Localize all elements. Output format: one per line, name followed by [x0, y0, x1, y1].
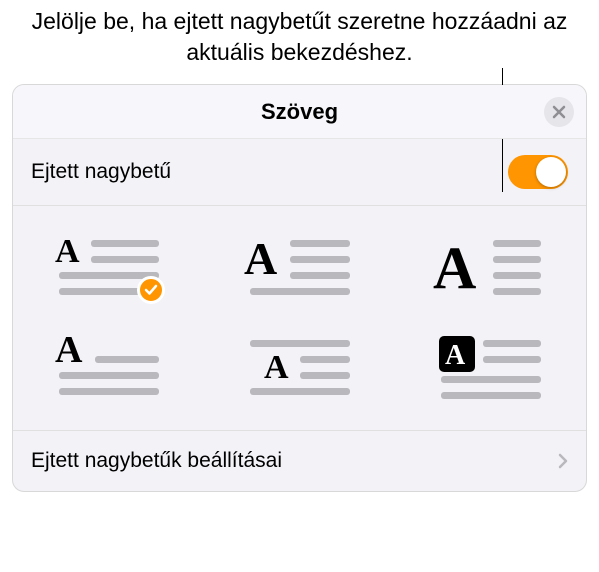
- dropcap-style-1[interactable]: A: [13, 218, 204, 318]
- dropcap-style-grid: A A A: [13, 206, 586, 431]
- close-icon: [552, 105, 566, 119]
- dropcap-style-4[interactable]: A: [13, 318, 204, 418]
- dropcap-style-2[interactable]: A: [204, 218, 395, 318]
- text-panel: Szöveg Ejtett nagybetű A: [12, 84, 587, 492]
- svg-text:A: A: [445, 340, 466, 371]
- svg-text:A: A: [433, 235, 476, 301]
- dropcap-style-5[interactable]: A: [204, 318, 395, 418]
- svg-text:A: A: [244, 233, 277, 284]
- dropcap-style-3-icon: A: [431, 230, 551, 306]
- svg-text:A: A: [55, 233, 80, 270]
- close-button[interactable]: [544, 97, 574, 127]
- dropcap-style-3[interactable]: A: [395, 218, 586, 318]
- callout-text: Jelölje be, ha ejtett nagybetűt szeretne…: [0, 0, 599, 74]
- svg-text:A: A: [55, 330, 83, 371]
- dropcap-style-6-icon: A: [431, 330, 551, 406]
- panel-header: Szöveg: [13, 85, 586, 139]
- dropcap-style-5-icon: A: [240, 330, 360, 406]
- dropcap-label: Ejtett nagybetű: [31, 160, 171, 184]
- dropcap-toggle-row: Ejtett nagybetű: [13, 139, 586, 206]
- toggle-knob: [536, 157, 566, 187]
- dropcap-settings-label: Ejtett nagybetűk beállításai: [31, 449, 282, 473]
- panel-title: Szöveg: [261, 99, 338, 125]
- callout-text-content: Jelölje be, ha ejtett nagybetűt szeretne…: [32, 8, 568, 65]
- check-icon: [144, 284, 158, 296]
- dropcap-style-4-icon: A: [49, 330, 169, 406]
- selected-check-badge: [137, 276, 165, 304]
- svg-text:A: A: [264, 349, 289, 386]
- dropcap-settings-row[interactable]: Ejtett nagybetűk beállításai: [13, 431, 586, 491]
- chevron-right-icon: [558, 453, 568, 469]
- dropcap-toggle[interactable]: [508, 155, 568, 189]
- dropcap-style-2-icon: A: [240, 230, 360, 306]
- dropcap-style-6[interactable]: A: [395, 318, 586, 418]
